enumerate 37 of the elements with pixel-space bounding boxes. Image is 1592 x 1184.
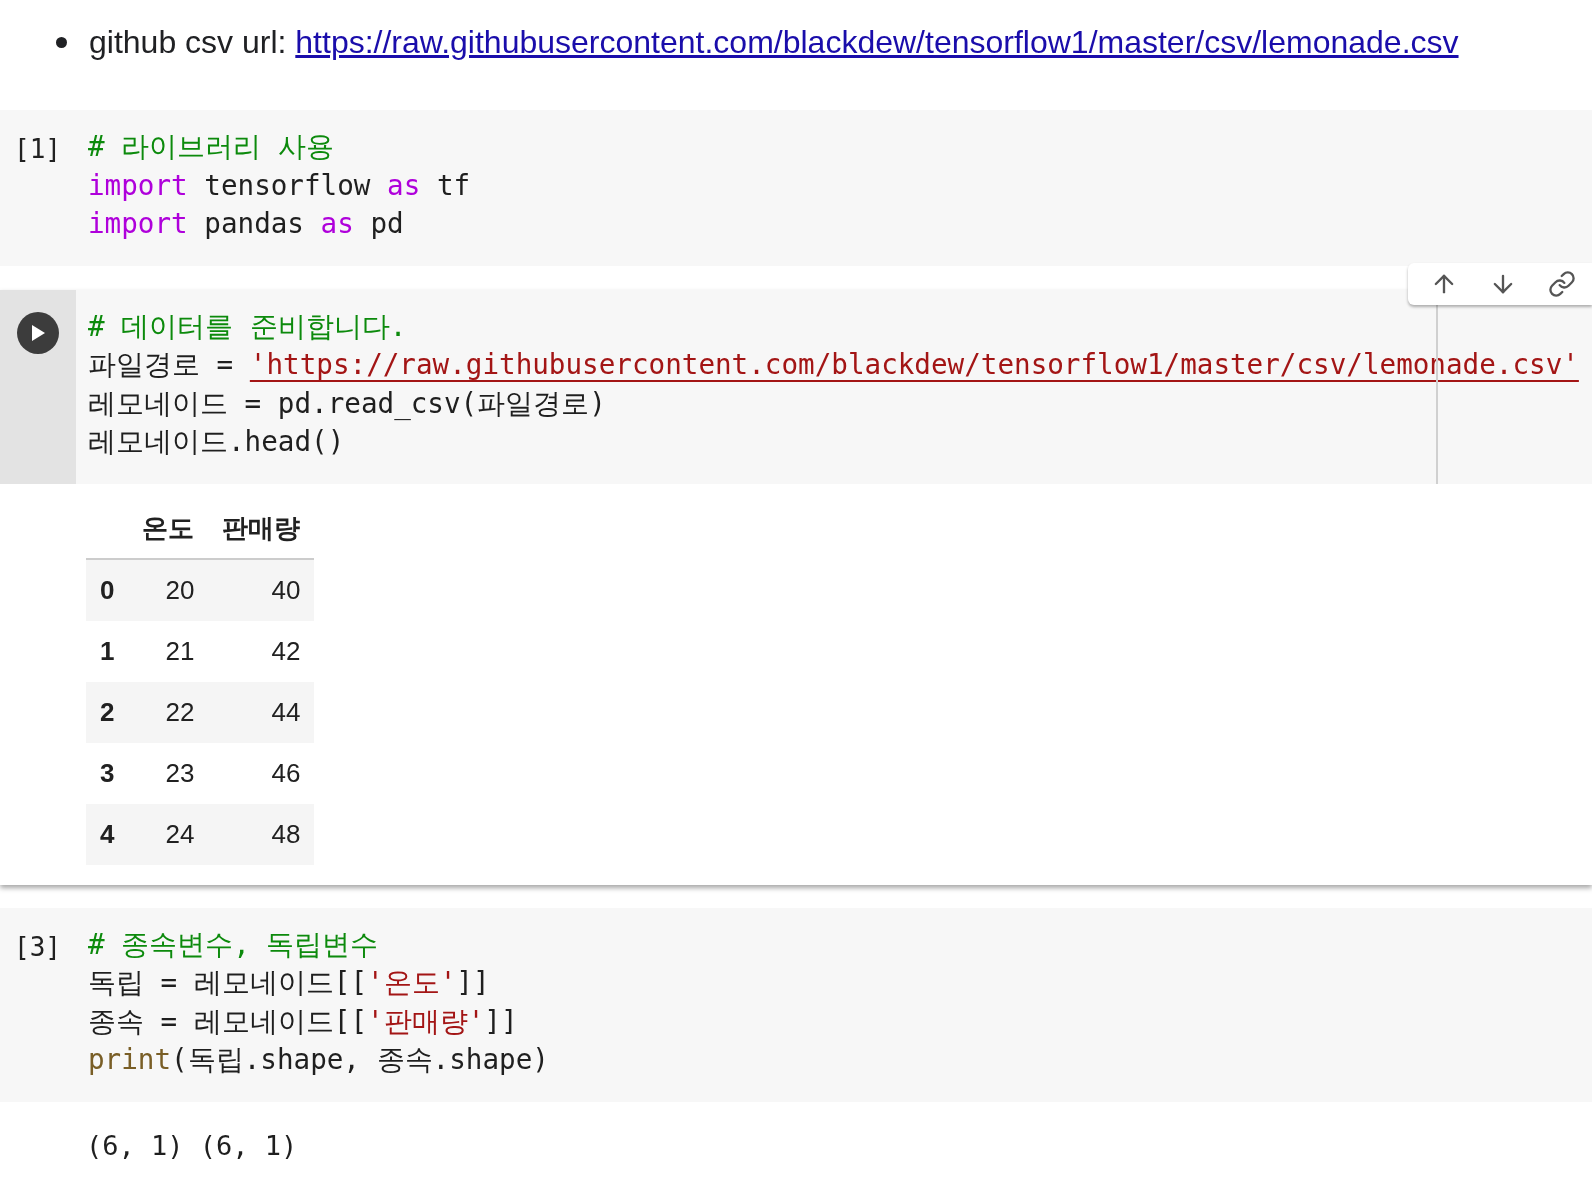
code-line: # 데이터를 준비합니다.: [88, 308, 407, 345]
table-cell: 21: [128, 620, 209, 682]
row-index: 2: [86, 681, 129, 743]
code-line: import pandas as pd: [88, 206, 404, 242]
table-cell: 44: [208, 681, 315, 743]
row-index: 0: [86, 558, 129, 621]
code-line: # 라이브러리 사용: [88, 129, 334, 165]
table-cell: 48: [208, 803, 315, 865]
table-cell: 23: [128, 742, 209, 804]
execution-count: [3]: [13, 930, 61, 964]
code-line: 파일경로 = 'https://raw.githubusercontent.com/blackdew/tensorflow1/master/csv/lemonade.csv': [88, 347, 1579, 383]
link-icon[interactable]: [1548, 269, 1577, 298]
row-index: 4: [86, 803, 129, 865]
code-line: print(독립.shape, 종속.shape): [88, 1042, 549, 1078]
csv-link[interactable]: https://raw.githubusercontent.com/blackdew/tensorflow1/master/csv/lemonade.csv: [295, 23, 1459, 61]
table-cell: 24: [128, 803, 209, 865]
run-button[interactable]: [17, 311, 59, 354]
execution-count: [1]: [13, 133, 61, 166]
code-line: # 종속변수, 독립변수: [88, 926, 379, 963]
code-line: import tensorflow as tf: [88, 167, 471, 204]
play-icon: [30, 323, 46, 342]
row-index: 3: [86, 742, 129, 804]
code-line: 레모네이드.head(): [88, 424, 345, 460]
table-cell: 46: [208, 742, 315, 804]
table-cell: 42: [208, 620, 315, 682]
table-cell: 20: [128, 558, 209, 621]
code-line: 레모네이드 = pd.read_csv(파일경로): [88, 385, 606, 422]
code-line: 독립 = 레모네이드[['온도']]: [88, 965, 490, 1001]
column-header: 온도: [128, 499, 209, 559]
bullet-icon: [56, 36, 67, 48]
code-line: 종속 = 레모네이드[['판매량']]: [88, 1003, 518, 1040]
row-index: 1: [86, 620, 129, 682]
table-cell: 40: [208, 558, 315, 621]
table-cell: 22: [128, 681, 209, 743]
bullet-label: github csv url:: [89, 23, 288, 61]
column-header: 판매량: [208, 499, 315, 559]
output-text: (6, 1) (6, 1): [86, 1128, 299, 1161]
